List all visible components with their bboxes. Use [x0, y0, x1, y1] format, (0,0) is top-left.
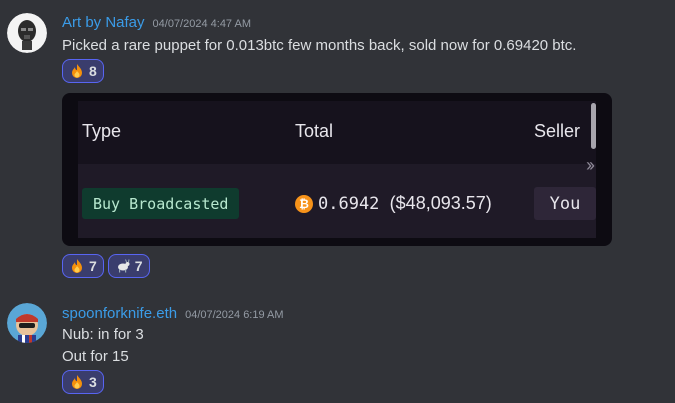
- table-header: Type Total Seller: [78, 101, 596, 164]
- reactions-bar: 7 7: [62, 254, 150, 278]
- message-header: Art by Nafay 04/07/2024 4:47 AM: [62, 14, 251, 31]
- reaction-fire[interactable]: 7: [62, 254, 104, 278]
- message-text-line: Nub: in for 3: [62, 326, 144, 343]
- scrollbar[interactable]: [591, 103, 596, 149]
- reactions-bar: 8: [62, 59, 104, 83]
- author-name[interactable]: Art by Nafay: [62, 14, 145, 31]
- column-header-type: Type: [82, 121, 122, 141]
- btc-amount: 0.6942: [318, 194, 380, 214]
- timestamp: 04/07/2024 4:47 AM: [152, 18, 251, 30]
- seller-badge: You: [534, 187, 596, 220]
- reaction-goat[interactable]: 7: [107, 254, 150, 278]
- message-header: spoonforknife.eth 04/07/2024 6:19 AM: [62, 305, 284, 322]
- fire-icon: [72, 375, 82, 389]
- reactions-bar: 3: [62, 370, 104, 394]
- fire-icon: [72, 259, 82, 273]
- reaction-fire[interactable]: 8: [62, 59, 104, 83]
- fire-icon: [72, 64, 82, 78]
- avatar[interactable]: [7, 13, 47, 53]
- column-header-seller: Seller: [534, 121, 581, 141]
- bitcoin-icon: ₿: [295, 195, 313, 213]
- status-badge: Buy Broadcasted: [82, 188, 240, 219]
- goat-icon: [117, 259, 130, 273]
- timestamp: 04/07/2024 6:19 AM: [185, 309, 284, 321]
- author-name[interactable]: spoonforknife.eth: [62, 305, 177, 322]
- avatar[interactable]: [7, 303, 47, 343]
- chevrons-right-icon[interactable]: ››: [586, 155, 595, 176]
- message-spoonforknife: spoonforknife.eth 04/07/2024 6:19 AM Nub…: [0, 295, 675, 403]
- message-text: Picked a rare puppet for 0.013btc few mo…: [62, 37, 577, 54]
- usd-amount: ($48,093.57): [389, 193, 492, 213]
- embedded-image[interactable]: Type Total Seller ›› Buy Broadcasted ₿ 0…: [62, 93, 612, 246]
- message-text-line: Out for 15: [62, 348, 129, 365]
- reaction-count: 8: [89, 63, 97, 79]
- transaction-table: Type Total Seller ›› Buy Broadcasted ₿ 0…: [78, 101, 596, 238]
- total-value: 0.6942 ($48,093.57): [318, 193, 492, 214]
- reaction-count: 7: [89, 258, 97, 274]
- column-header-total: Total: [295, 121, 334, 141]
- reaction-count: 7: [134, 258, 143, 274]
- message-art-by-nafay: Art by Nafay 04/07/2024 4:47 AM Picked a…: [0, 0, 675, 280]
- reaction-fire[interactable]: 3: [62, 370, 104, 394]
- reaction-count: 3: [89, 374, 97, 390]
